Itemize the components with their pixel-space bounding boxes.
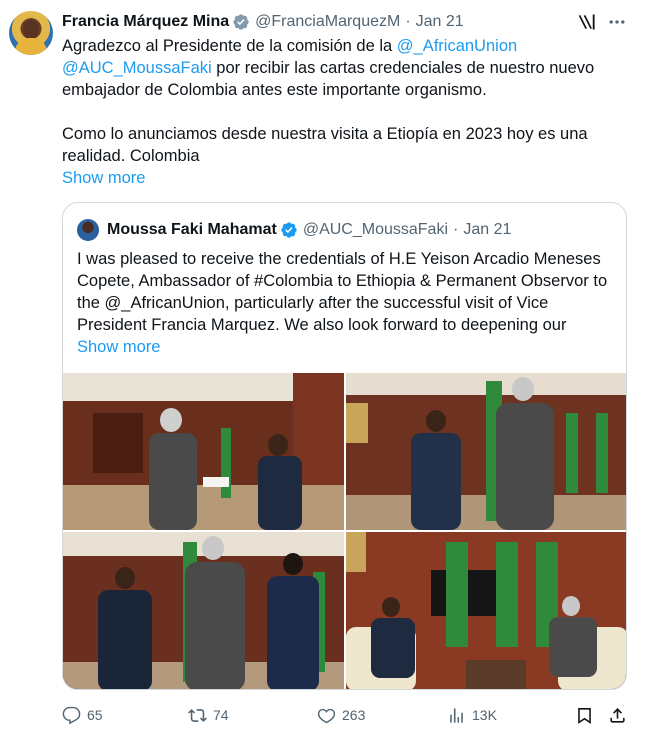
quoted-date[interactable]: Jan 21	[463, 221, 511, 239]
tweet-paragraph-1: Agradezco al Presidente de la comisión d…	[62, 35, 622, 101]
avatar-body	[15, 38, 47, 55]
tweet-date[interactable]: Jan 21	[416, 13, 464, 31]
repost-icon	[188, 708, 207, 722]
tweet-actions: 65 74 263 13K	[0, 700, 645, 730]
mention-moussa-faki[interactable]: @AUC_MoussaFaki	[62, 59, 212, 77]
tweet-paragraph-2: Como lo anunciamos desde nuestra visita …	[62, 125, 588, 165]
tweet-body: Agradezco al Presidente de la comisión d…	[62, 35, 622, 189]
tweet-text-start: Agradezco al Presidente de la comisión d…	[62, 37, 397, 55]
photo-4[interactable]	[346, 532, 626, 689]
heart-icon	[317, 708, 336, 723]
quoted-author-handle[interactable]: @AUC_MoussaFaki	[303, 221, 448, 239]
like-button[interactable]: 263	[317, 704, 365, 726]
mention-african-union[interactable]: @_AfricanUnion	[397, 37, 517, 55]
repost-button[interactable]: 74	[188, 704, 229, 726]
bookmark-icon	[578, 707, 591, 724]
more-icon[interactable]	[607, 12, 627, 32]
quoted-header: Moussa Faki Mahamat @AUC_MoussaFaki · Ja…	[77, 219, 511, 241]
like-count: 263	[342, 707, 366, 723]
grok-icon[interactable]	[577, 12, 597, 32]
quoted-show-more-link[interactable]: Show more	[77, 338, 160, 356]
share-button[interactable]	[608, 704, 633, 726]
views-count: 13K	[472, 707, 497, 723]
separator-dot: ·	[405, 13, 411, 30]
separator-dot: ·	[453, 221, 459, 238]
show-more-link[interactable]: Show more	[62, 169, 145, 187]
share-icon	[610, 707, 625, 723]
quoted-tweet[interactable]: Moussa Faki Mahamat @AUC_MoussaFaki · Ja…	[62, 202, 627, 690]
bookmark-button[interactable]	[575, 704, 600, 726]
verified-badge-icon	[233, 14, 249, 30]
repost-count: 74	[213, 707, 229, 723]
quoted-body: I was pleased to receive the credentials…	[77, 248, 617, 358]
photo-2[interactable]	[346, 373, 626, 530]
photo-1[interactable]	[63, 373, 344, 530]
reply-icon	[62, 706, 81, 724]
views-icon	[450, 707, 463, 723]
verified-badge-icon	[281, 222, 297, 238]
photo-3[interactable]	[63, 532, 344, 689]
author-avatar[interactable]	[9, 11, 53, 55]
views-button[interactable]: 13K	[447, 704, 497, 726]
author-name[interactable]: Francia Márquez Mina	[62, 13, 229, 31]
author-handle[interactable]: @FranciaMarquezM	[255, 13, 400, 31]
tweet-header: Francia Márquez Mina @FranciaMarquezM · …	[62, 11, 464, 33]
reply-count: 65	[87, 707, 103, 723]
quoted-avatar[interactable]	[77, 219, 99, 241]
quoted-author-name[interactable]: Moussa Faki Mahamat	[107, 221, 277, 239]
reply-button[interactable]: 65	[62, 704, 103, 726]
avatar-face	[23, 20, 39, 39]
photo-grid	[63, 373, 626, 689]
quoted-text: I was pleased to receive the credentials…	[77, 250, 608, 334]
